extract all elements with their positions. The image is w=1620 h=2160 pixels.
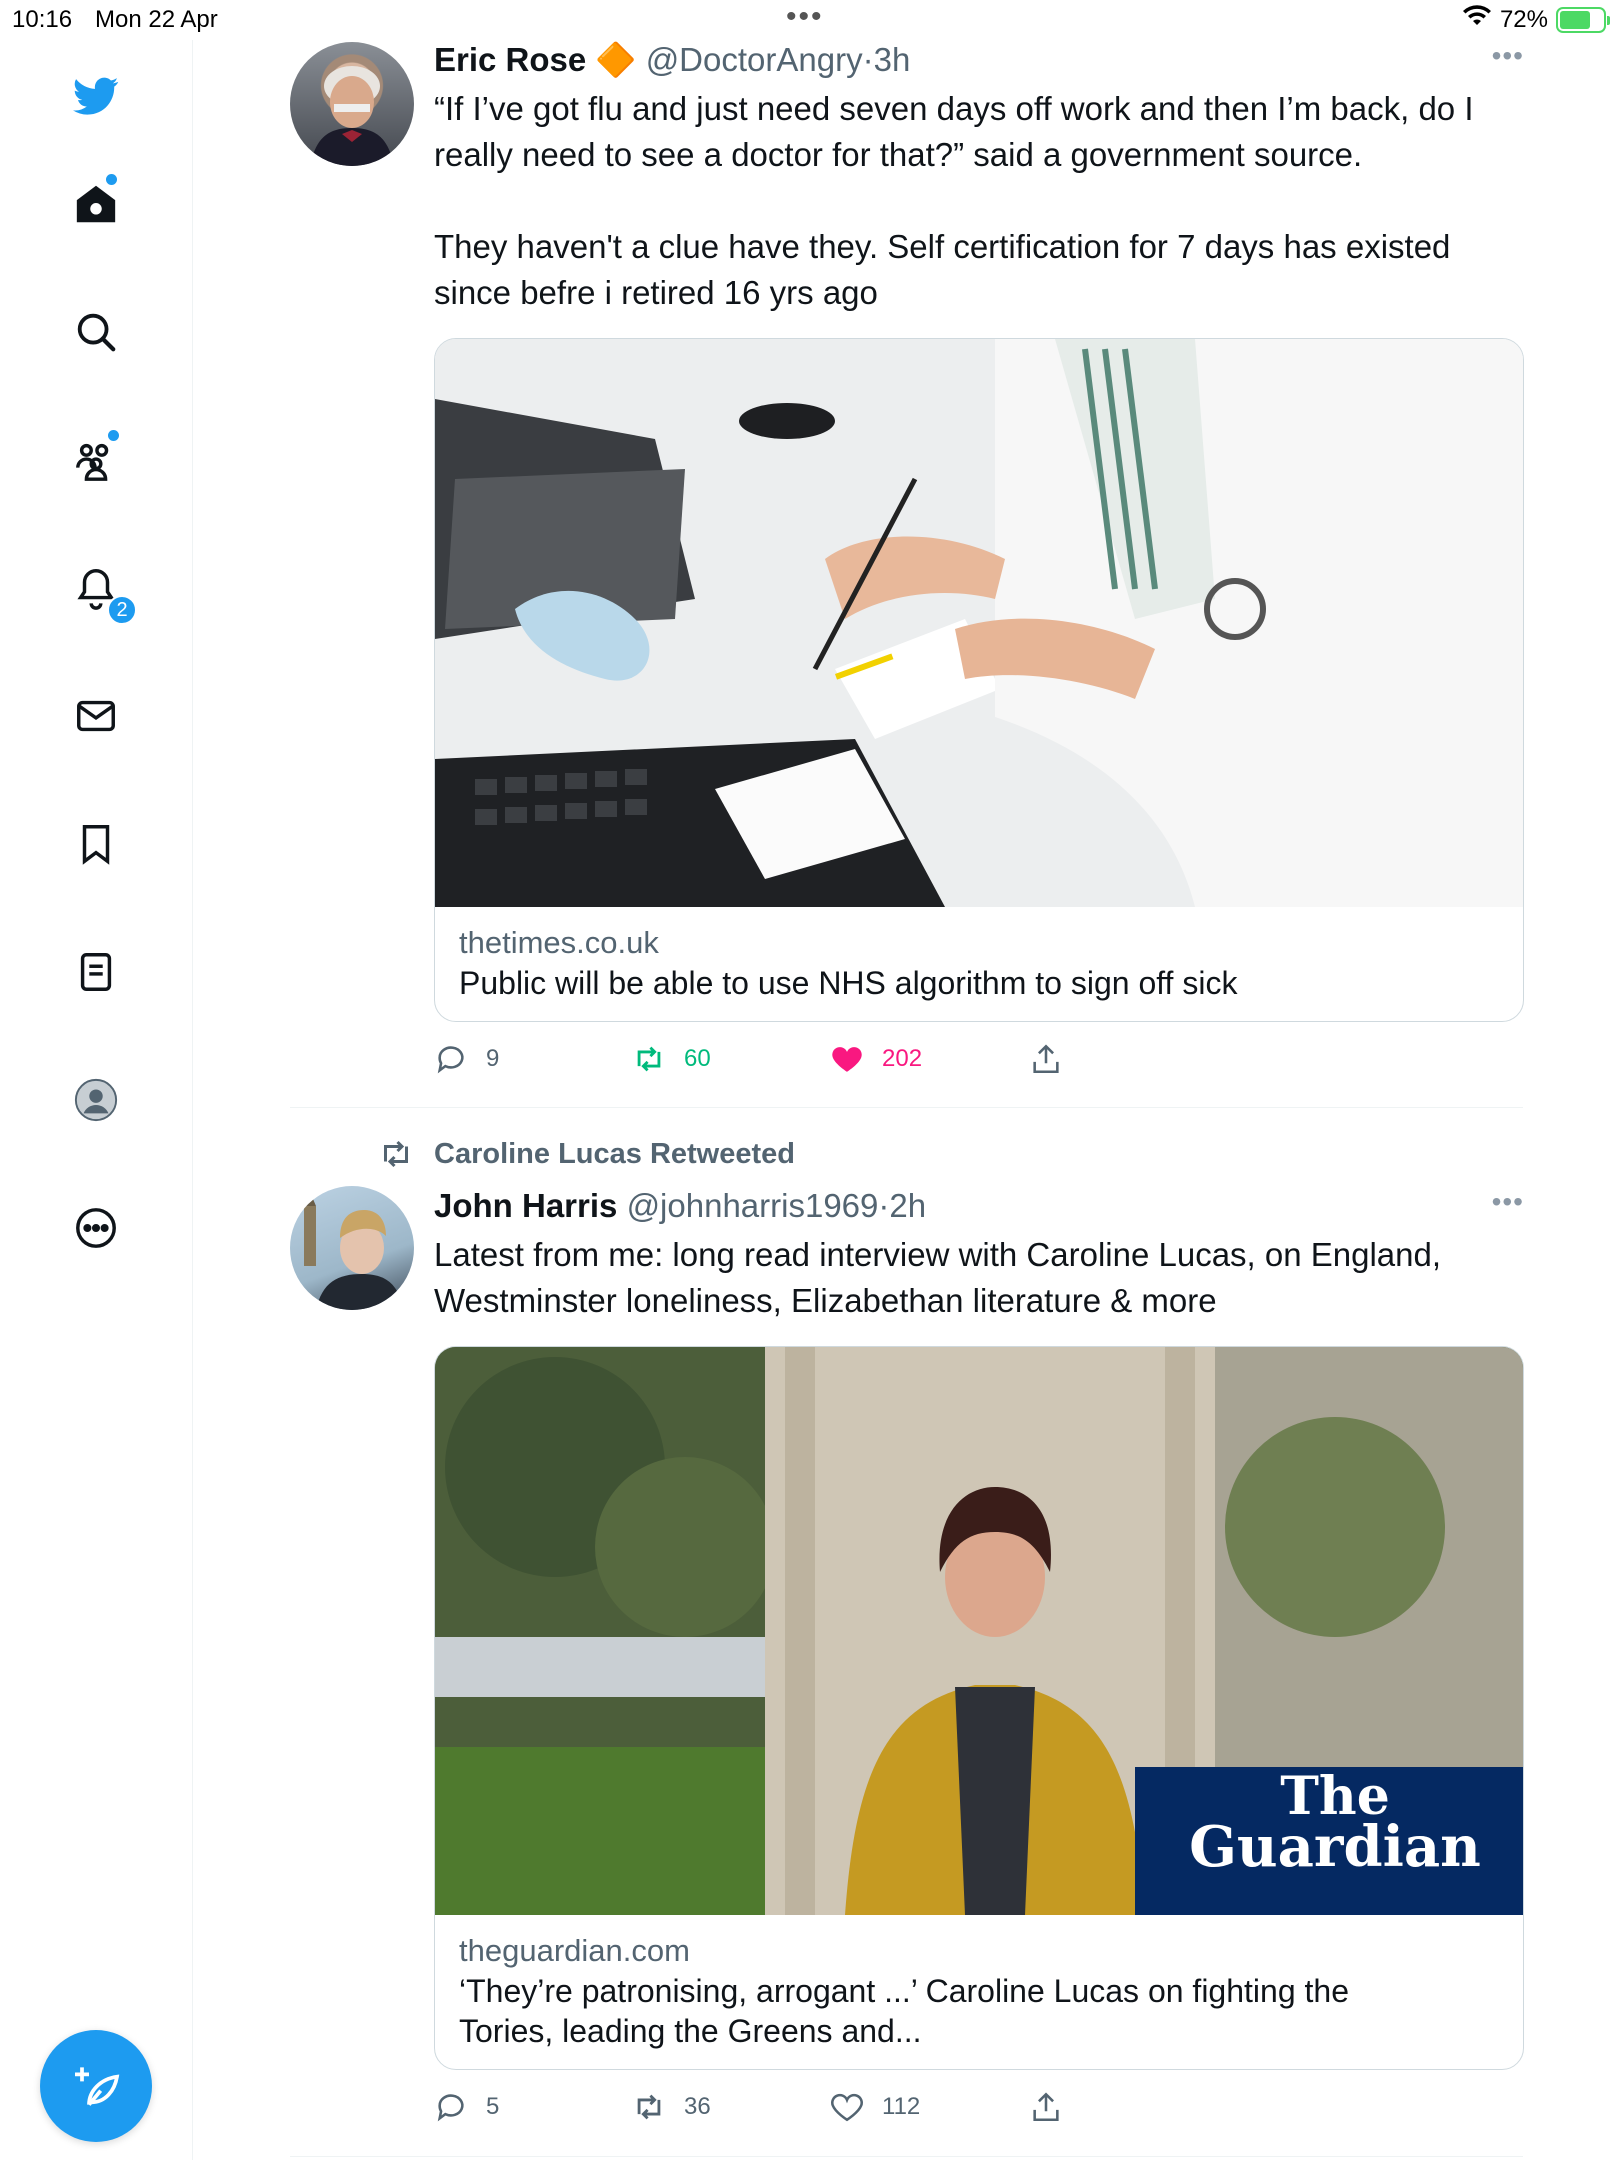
- compose-tweet-button[interactable]: [40, 2030, 152, 2142]
- wifi-icon: [1462, 4, 1492, 35]
- heart-filled-icon: [832, 1047, 862, 1072]
- tweet-actions: 5 36 112: [434, 2090, 1524, 2140]
- tweet-divider: [290, 2156, 1523, 2157]
- reply-count: 5: [486, 2093, 500, 2120]
- link-card[interactable]: thetimes.co.uk Public will be able to us…: [434, 338, 1524, 1022]
- status-right: 72%: [1462, 4, 1610, 35]
- tweet-body: Eric Rose 🔶 @DoctorAngry·3h ••• “If I’ve…: [434, 40, 1524, 1092]
- status-bar: 10:16 Mon 22 Apr ••• 72%: [0, 0, 1620, 40]
- avatar-portrait: [310, 66, 394, 166]
- reply-count: 9: [486, 1045, 500, 1072]
- tweet-header: Eric Rose 🔶 @DoctorAngry·3h: [434, 40, 1524, 80]
- reply-icon: [437, 1046, 464, 1074]
- profile-icon[interactable]: [70, 1074, 122, 1126]
- battery-icon: [1556, 6, 1610, 33]
- tweet-time[interactable]: 2h: [889, 1187, 926, 1224]
- reply-icon: [437, 2094, 464, 2122]
- verified-badge-icon: 🔶: [595, 41, 637, 78]
- status-time: 10:16: [12, 6, 73, 33]
- tweet[interactable]: Eric Rose 🔶 @DoctorAngry·3h ••• “If I’ve…: [290, 40, 1524, 1106]
- status-date: Mon 22 Apr: [95, 6, 218, 33]
- sidebar-nav: 2: [0, 40, 193, 2160]
- tweet-text-line: Westminster loneliness, Elizabethan lite…: [434, 1282, 1217, 1319]
- separator: ·: [862, 41, 874, 78]
- tweet-text-line: really need to see a doctor for that?” s…: [434, 136, 1363, 173]
- retweet-button[interactable]: 60: [632, 1042, 711, 1076]
- link-card[interactable]: The Guardian theguardian.com ‘They’re pa…: [434, 1346, 1524, 2070]
- card-title-line: ‘They’re patronising, arrogant ...’ Caro…: [459, 1973, 1349, 2009]
- card-meta: theguardian.com ‘They’re patronising, ar…: [435, 1915, 1523, 2069]
- tweet[interactable]: Caroline Lucas Retweeted John Harris @jo…: [290, 1136, 1524, 2146]
- communities-badge-dot: [108, 430, 119, 441]
- communities-icon[interactable]: [70, 434, 122, 486]
- separator: ·: [878, 1187, 890, 1224]
- reply-button[interactable]: 5: [434, 2090, 499, 2124]
- compose-feather-icon: [75, 2067, 120, 2106]
- retweeted-by[interactable]: Caroline Lucas Retweeted: [378, 1136, 795, 1172]
- avatar[interactable]: [290, 42, 414, 166]
- tweet-actions: 9 60 202: [434, 1042, 1524, 1092]
- author-name[interactable]: Eric Rose: [434, 41, 586, 78]
- retweet-count: 36: [684, 2093, 711, 2120]
- card-image-portrait: The Guardian: [435, 1347, 1523, 1915]
- like-count: 112: [882, 2093, 921, 2120]
- author-handle[interactable]: @DoctorAngry: [646, 41, 863, 78]
- messages-icon[interactable]: [70, 690, 122, 742]
- author-handle[interactable]: @johnharris1969: [627, 1187, 879, 1224]
- tweet-text-line: since befre i retired 16 yrs ago: [434, 274, 878, 311]
- tweet-text-line: They haven't a clue have they. Self cert…: [434, 228, 1451, 265]
- like-count: 202: [882, 1045, 923, 1072]
- avatar-portrait: [304, 1192, 404, 1310]
- tweet-more-icon[interactable]: •••: [1492, 40, 1524, 72]
- guardian-logo-line2: Guardian: [1189, 1814, 1481, 1880]
- card-meta: thetimes.co.uk Public will be able to us…: [435, 907, 1523, 1021]
- tweet-text-line: [434, 178, 1524, 224]
- notifications-badge: 2: [107, 595, 137, 625]
- twitter-logo-icon[interactable]: [70, 70, 122, 122]
- tweet-divider: [290, 1107, 1523, 1108]
- card-title: Public will be able to use NHS algorithm…: [459, 965, 1238, 1001]
- share-button[interactable]: [1029, 1042, 1063, 1076]
- search-icon[interactable]: [70, 306, 122, 358]
- tweet-body: John Harris @johnharris1969·2h ••• Lates…: [434, 1186, 1524, 2140]
- tweet-time[interactable]: 3h: [874, 41, 911, 78]
- heart-outline-icon: [831, 2093, 863, 2122]
- like-button[interactable]: 202: [830, 1042, 922, 1076]
- tweet-header: John Harris @johnharris1969·2h: [434, 1186, 1524, 1226]
- more-icon[interactable]: [70, 1202, 122, 1254]
- lists-icon[interactable]: [70, 946, 122, 998]
- avatar[interactable]: [290, 1186, 414, 1310]
- share-icon: [1033, 2092, 1059, 2122]
- tweet-text-line: “If I’ve got flu and just need seven day…: [434, 90, 1474, 127]
- author-name[interactable]: John Harris: [434, 1187, 617, 1224]
- share-button[interactable]: [1029, 2090, 1063, 2124]
- reply-button[interactable]: 9: [434, 1042, 499, 1076]
- card-domain: thetimes.co.uk: [459, 925, 659, 960]
- retweet-count: 60: [684, 1045, 711, 1072]
- retweeted-by-label: Caroline Lucas Retweeted: [434, 1137, 795, 1170]
- guardian-logo: The Guardian: [1155, 1771, 1515, 1880]
- card-domain: theguardian.com: [459, 1933, 690, 1968]
- like-button[interactable]: 112: [830, 2090, 920, 2124]
- tweet-text-line: Latest from me: long read interview with…: [434, 1236, 1442, 1273]
- card-image-doctor: [435, 339, 1523, 907]
- tweet-text: “If I’ve got flu and just need seven day…: [434, 86, 1524, 316]
- tweet-more-icon[interactable]: •••: [1492, 1186, 1524, 1218]
- home-icon[interactable]: [70, 178, 122, 230]
- multitask-dots[interactable]: •••: [786, 0, 824, 34]
- retweet-button[interactable]: 36: [632, 2090, 711, 2124]
- card-title-line: Tories, leading the Greens and...: [459, 2013, 922, 2049]
- battery-percent: 72%: [1499, 5, 1548, 33]
- retweet-indicator-icon: [384, 1140, 408, 1168]
- tweet-text: Latest from me: long read interview with…: [434, 1232, 1524, 1324]
- home-badge-dot: [106, 174, 117, 185]
- bookmarks-icon[interactable]: [70, 818, 122, 870]
- retweet-icon: [637, 1046, 661, 1072]
- retweet-icon: [637, 2094, 661, 2120]
- share-icon: [1033, 1044, 1059, 1074]
